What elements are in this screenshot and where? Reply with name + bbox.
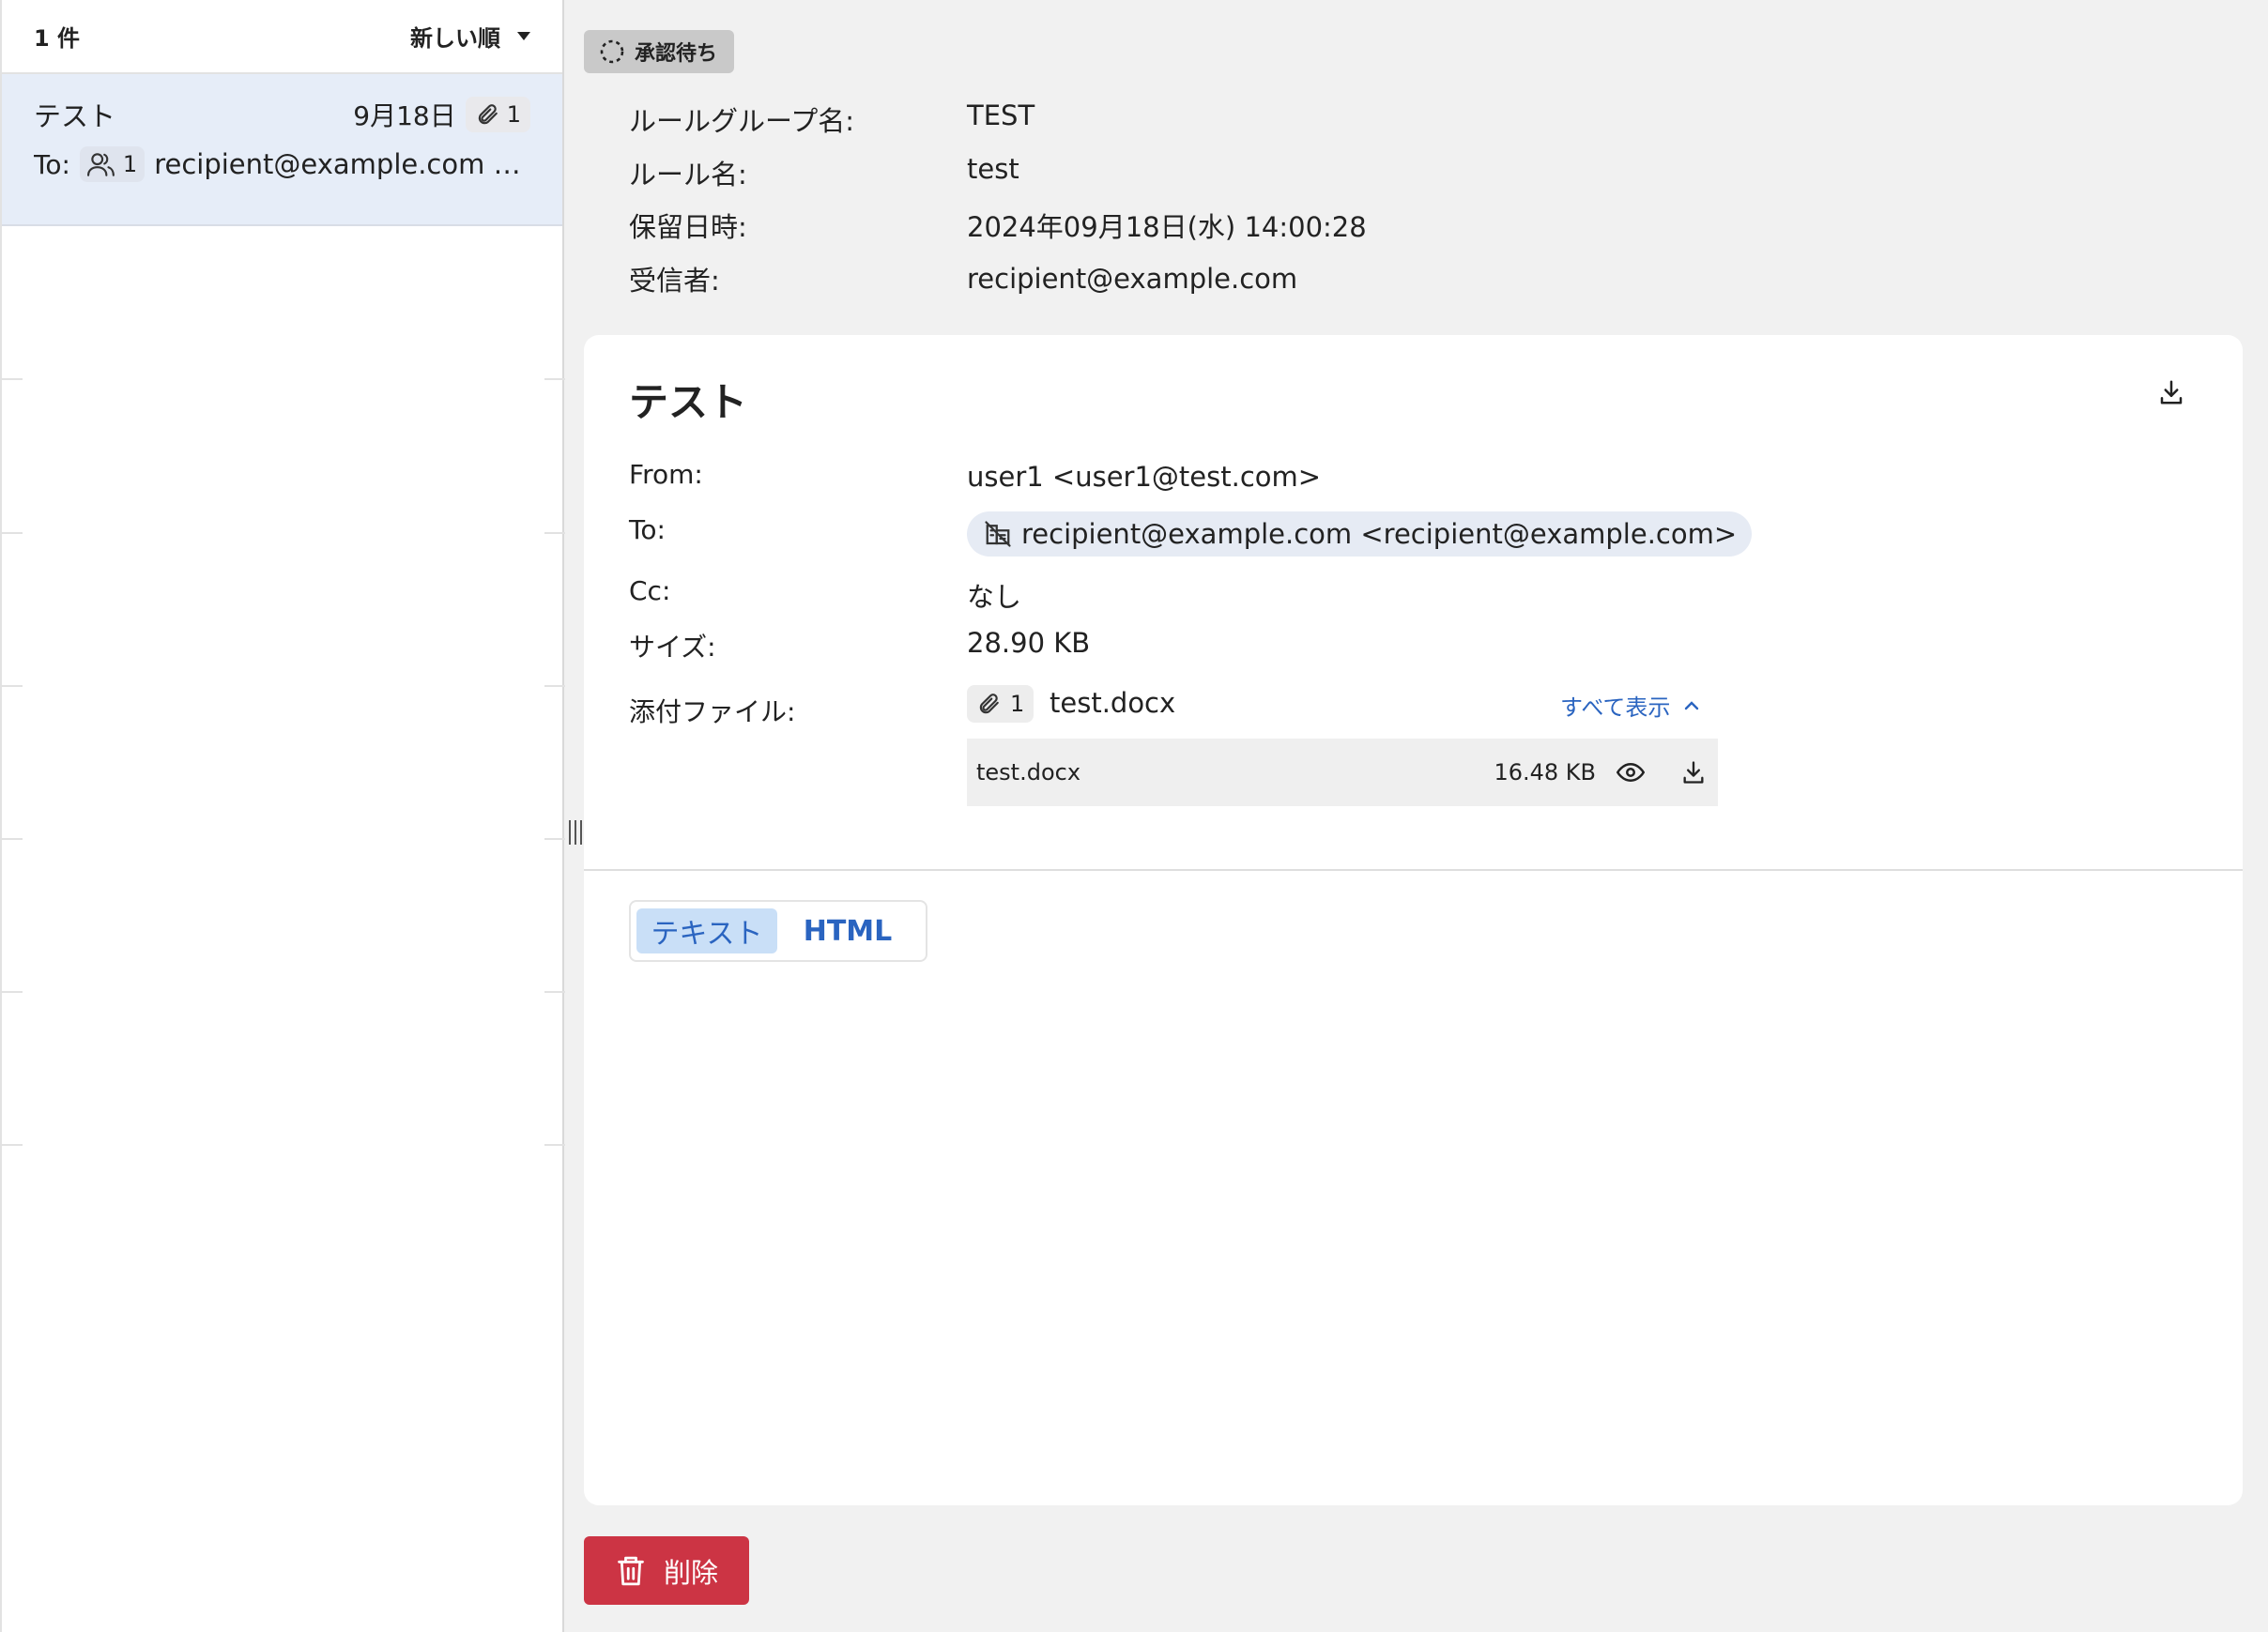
from-value: user1 <user1@test.com>: [967, 461, 1322, 493]
list-item[interactable]: テスト 9月18日 1 To: 1 recipient@example.com …: [2, 74, 562, 226]
attachment-count: 1: [506, 101, 521, 128]
list-header: 1 件 新しい順: [2, 0, 562, 74]
row-divider: [544, 991, 565, 993]
row-divider: [544, 532, 565, 534]
from-label: From:: [629, 459, 703, 490]
chevron-up-icon: [1685, 700, 1699, 709]
show-all-toggle[interactable]: すべて表示: [1560, 689, 1700, 722]
attachments-label: 添付ファイル:: [629, 696, 796, 727]
meta-value: test: [967, 153, 1019, 185]
recipient-count-badge: 1: [79, 146, 146, 182]
status-badge: 承認待ち: [584, 30, 735, 73]
meta-recipient: 受信者: recipient@example.com: [629, 259, 1297, 298]
meta-label: 受信者:: [629, 265, 720, 297]
row-divider: [544, 378, 565, 380]
size-label: サイズ:: [629, 632, 716, 663]
list-item-subject: テスト: [34, 100, 116, 132]
users-icon: [86, 153, 115, 176]
sort-dropdown[interactable]: 新しい順: [410, 20, 530, 53]
file-name: test.docx: [976, 759, 1081, 785]
row-divider: [544, 1144, 565, 1146]
meta-label: 保留日時:: [629, 211, 747, 243]
row-divider: [2, 685, 23, 687]
sort-label: 新しい順: [410, 25, 500, 52]
message-detail-pane: 承認待ち ルールグループ名: TEST ルール名: test 保留日時: 202…: [584, 0, 2247, 1632]
pane-resize-handle[interactable]: [569, 820, 582, 845]
message-card: テスト From: user1 <user1@test.com> To: rec…: [584, 335, 2243, 1505]
download-icon[interactable]: [1680, 759, 1707, 785]
message-list-pane: 1 件 新しい順 テスト 9月18日 1 To: 1 recipient@exa…: [0, 0, 565, 1632]
meta-rule-group: ルールグループ名: TEST: [629, 99, 1034, 139]
tab-html[interactable]: HTML: [777, 908, 918, 953]
tab-text[interactable]: テキスト: [636, 908, 777, 953]
eye-icon[interactable]: [1617, 760, 1645, 785]
trash-icon: [618, 1556, 644, 1585]
meta-value: 2024年09月18日(水) 14:00:28: [967, 211, 1367, 243]
message-count: 1 件: [34, 25, 81, 52]
row-divider: [2, 532, 23, 534]
caret-down-icon: [517, 32, 530, 40]
row-divider: [2, 1144, 23, 1146]
recipient-chip-label: recipient@example.com <recipient@example…: [1021, 518, 1738, 550]
attachment-file-row: test.docx 16.48 KB: [967, 739, 1718, 806]
cc-value: なし: [967, 581, 1022, 613]
row-divider: [544, 685, 565, 687]
attachment-name: test.docx: [1050, 687, 1176, 719]
status-label: 承認待ち: [635, 42, 718, 66]
row-divider: [2, 991, 23, 993]
meta-label: ルール名:: [629, 159, 747, 191]
file-size: 16.48 KB: [1494, 759, 1596, 785]
card-divider: [584, 869, 2243, 871]
delete-label: 削除: [663, 1556, 718, 1589]
row-divider: [544, 838, 565, 840]
paperclip-icon: [478, 104, 498, 125]
meta-label: ルールグループ名:: [629, 105, 855, 137]
to-label: To:: [629, 514, 666, 545]
cc-label: Cc:: [629, 575, 671, 606]
recipient-chip[interactable]: recipient@example.com <recipient@example…: [967, 511, 1753, 557]
delete-button[interactable]: 削除: [584, 1536, 749, 1605]
row-divider: [2, 838, 23, 840]
meta-value: TEST: [967, 99, 1035, 131]
message-subject: テスト: [629, 379, 748, 425]
attachment-count-badge: 1: [967, 685, 1034, 723]
meta-value: recipient@example.com: [967, 263, 1298, 295]
pending-spinner-icon: [600, 39, 624, 64]
list-item-date: 9月18日: [353, 100, 456, 131]
download-eml-icon[interactable]: [2157, 378, 2185, 410]
meta-hold-datetime: 保留日時: 2024年09月18日(水) 14:00:28: [629, 206, 1367, 245]
meta-rule-name: ルール名: test: [629, 153, 1019, 192]
paperclip-icon: [979, 694, 999, 714]
list-item-recipient: recipient@example.com <recipient@example…: [154, 148, 530, 180]
attachment-count-badge: 1: [465, 97, 530, 132]
attachment-count: 1: [1010, 691, 1025, 717]
recipient-count: 1: [122, 151, 138, 177]
list-item-to-label: To:: [34, 148, 70, 180]
domain-off-icon: [985, 521, 1011, 547]
size-value: 28.90 KB: [967, 627, 1091, 659]
body-format-tabs: テキスト HTML: [629, 900, 927, 962]
show-all-label: すべて表示: [1560, 694, 1671, 721]
row-divider: [2, 378, 23, 380]
